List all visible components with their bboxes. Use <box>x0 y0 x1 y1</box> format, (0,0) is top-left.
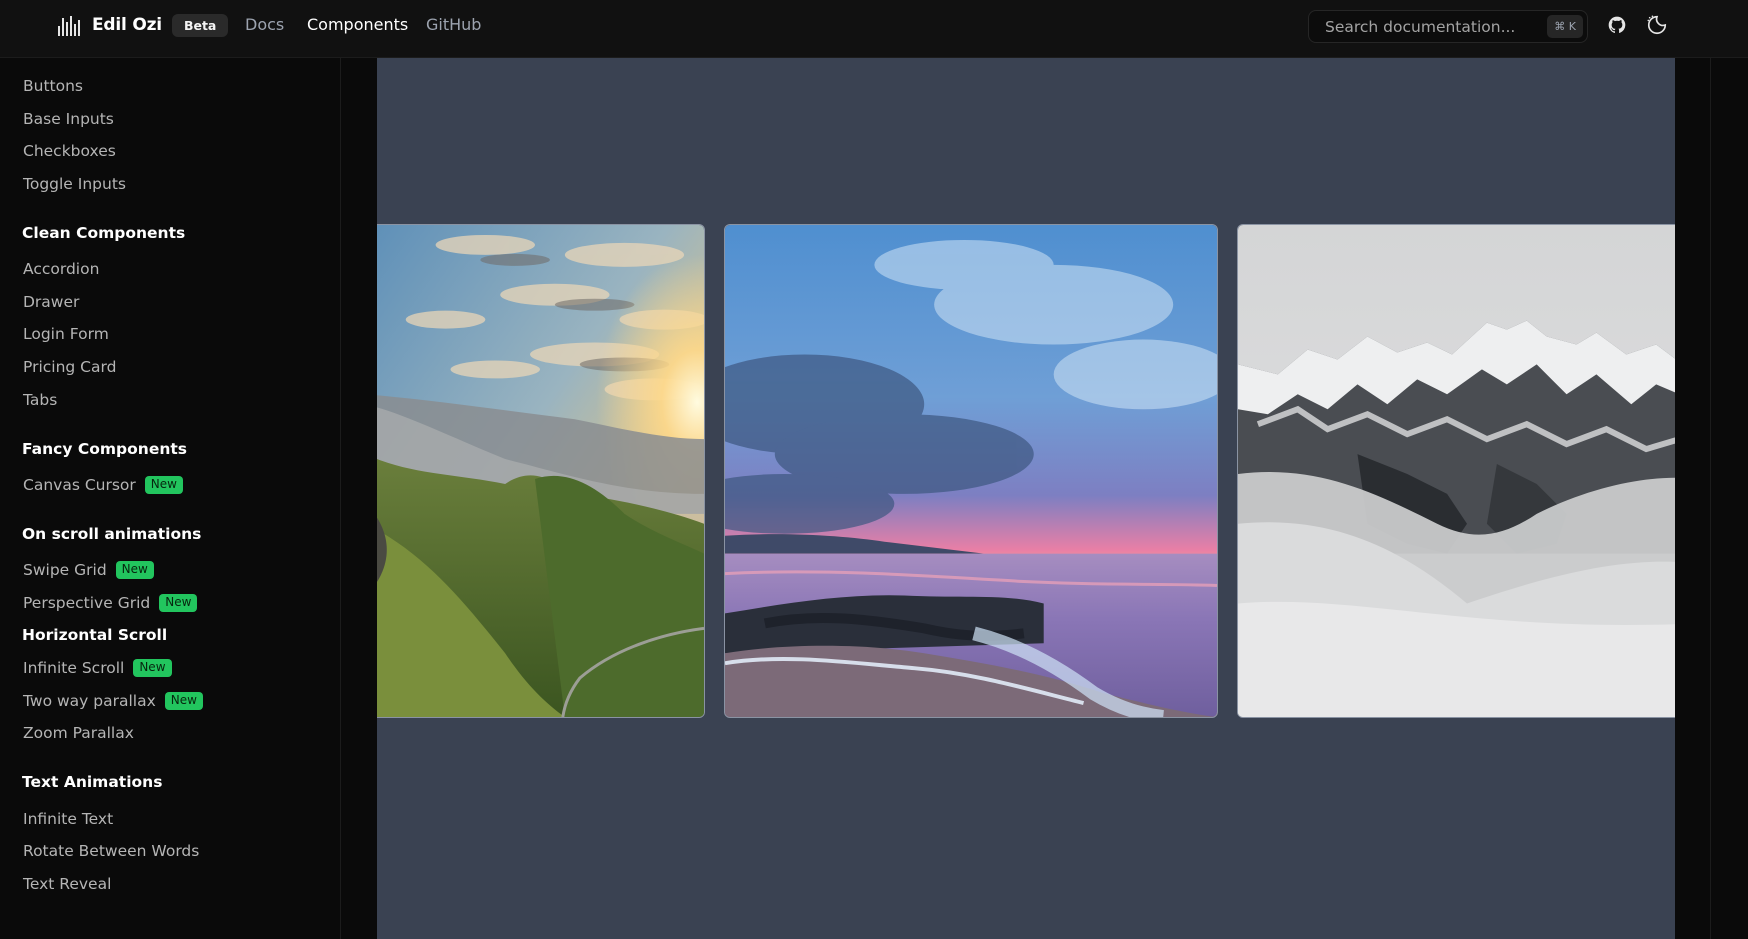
sidebar-item-label: Accordion <box>23 260 100 278</box>
search-placeholder: Search documentation... <box>1325 18 1516 36</box>
right-gutter <box>1675 58 1748 939</box>
sidebar-item-text-reveal[interactable]: Text Reveal <box>23 875 111 893</box>
sidebar-item-drawer[interactable]: Drawer <box>23 293 79 311</box>
new-badge: New <box>159 594 198 612</box>
sidebar-item-label: Login Form <box>23 325 109 343</box>
gallery-image-mountain-valley <box>377 224 705 718</box>
section-title-on-scroll-animations: On scroll animations <box>22 525 202 543</box>
sidebar-item-label: Swipe Grid <box>23 561 107 579</box>
new-badge: New <box>115 561 154 579</box>
beta-badge: Beta <box>171 13 229 37</box>
sidebar-item-rotate-between-words[interactable]: Rotate Between Words <box>23 842 199 860</box>
sidebar-item-perspective-grid[interactable]: Perspective Grid New <box>23 594 198 612</box>
top-navbar: Edil Ozi Beta Docs Components GitHub Sea… <box>0 0 1748 58</box>
new-badge: New <box>133 659 172 677</box>
sidebar-item-buttons[interactable]: Buttons <box>23 77 83 95</box>
sidebar-item-label: Pricing Card <box>23 358 117 376</box>
section-title-clean-components: Clean Components <box>22 224 186 242</box>
sidebar-item-login-form[interactable]: Login Form <box>23 325 109 343</box>
sidebar-item-pricing-card[interactable]: Pricing Card <box>23 358 116 376</box>
nav-github[interactable]: GitHub <box>426 15 481 34</box>
sidebar-item-label: Toggle Inputs <box>23 175 126 193</box>
sidebar-item-infinite-scroll[interactable]: Infinite Scroll New <box>23 659 172 677</box>
sidebar-item-canvas-cursor[interactable]: Canvas Cursor New <box>23 476 183 494</box>
section-title-fancy-components: Fancy Components <box>22 440 187 458</box>
sidebar-item-zoom-parallax[interactable]: Zoom Parallax <box>23 724 134 742</box>
sidebar: Buttons Base Inputs Checkboxes Toggle In… <box>0 58 341 939</box>
sidebar-item-toggle-inputs[interactable]: Toggle Inputs <box>23 175 126 193</box>
sidebar-item-tabs[interactable]: Tabs <box>23 391 57 409</box>
nav-components[interactable]: Components <box>307 15 408 34</box>
sidebar-item-label: Canvas Cursor <box>23 476 136 494</box>
sidebar-item-label: Base Inputs <box>23 110 114 128</box>
sidebar-item-label: Infinite Text <box>23 810 114 828</box>
search-input[interactable]: Search documentation... ⌘ K <box>1308 10 1588 43</box>
sidebar-item-swipe-grid[interactable]: Swipe Grid New <box>23 561 154 579</box>
sidebar-item-label: Horizontal Scroll <box>22 626 168 644</box>
gallery-image-snowy-mountain <box>1237 224 1675 718</box>
sidebar-item-label: Perspective Grid <box>23 594 151 612</box>
sidebar-item-horizontal-scroll[interactable]: Horizontal Scroll <box>22 626 167 644</box>
github-icon[interactable] <box>1605 13 1629 37</box>
sidebar-item-label: Infinite Scroll <box>23 659 125 677</box>
new-badge: New <box>144 476 183 494</box>
search-shortcut: ⌘ K <box>1547 15 1583 38</box>
theme-toggle-icon[interactable] <box>1645 13 1669 37</box>
logo-icon <box>58 14 82 36</box>
new-badge: New <box>164 692 203 710</box>
gallery-image-ocean-shore <box>724 224 1218 718</box>
sidebar-item-two-way-parallax[interactable]: Two way parallax New <box>23 692 203 710</box>
sidebar-item-accordion[interactable]: Accordion <box>23 260 99 278</box>
sidebar-item-label: Text Reveal <box>23 875 112 893</box>
sidebar-item-label: Checkboxes <box>23 142 116 160</box>
sidebar-item-label: Zoom Parallax <box>23 724 134 742</box>
horizontal-scroll-stage[interactable] <box>377 58 1675 939</box>
sidebar-item-label: Drawer <box>23 293 80 311</box>
section-title-text-animations: Text Animations <box>22 773 163 791</box>
nav-docs[interactable]: Docs <box>245 15 284 34</box>
brand-link[interactable]: Edil Ozi Beta <box>58 12 229 38</box>
sidebar-item-label: Tabs <box>23 391 58 409</box>
sidebar-item-label: Two way parallax <box>23 692 156 710</box>
sidebar-item-infinite-text[interactable]: Infinite Text <box>23 810 113 828</box>
sidebar-item-checkboxes[interactable]: Checkboxes <box>23 142 116 160</box>
sidebar-item-base-inputs[interactable]: Base Inputs <box>23 110 114 128</box>
sidebar-item-label: Rotate Between Words <box>23 842 200 860</box>
sidebar-item-label: Buttons <box>23 77 83 95</box>
right-divider <box>1710 58 1711 939</box>
brand-name: Edil Ozi <box>92 15 162 35</box>
